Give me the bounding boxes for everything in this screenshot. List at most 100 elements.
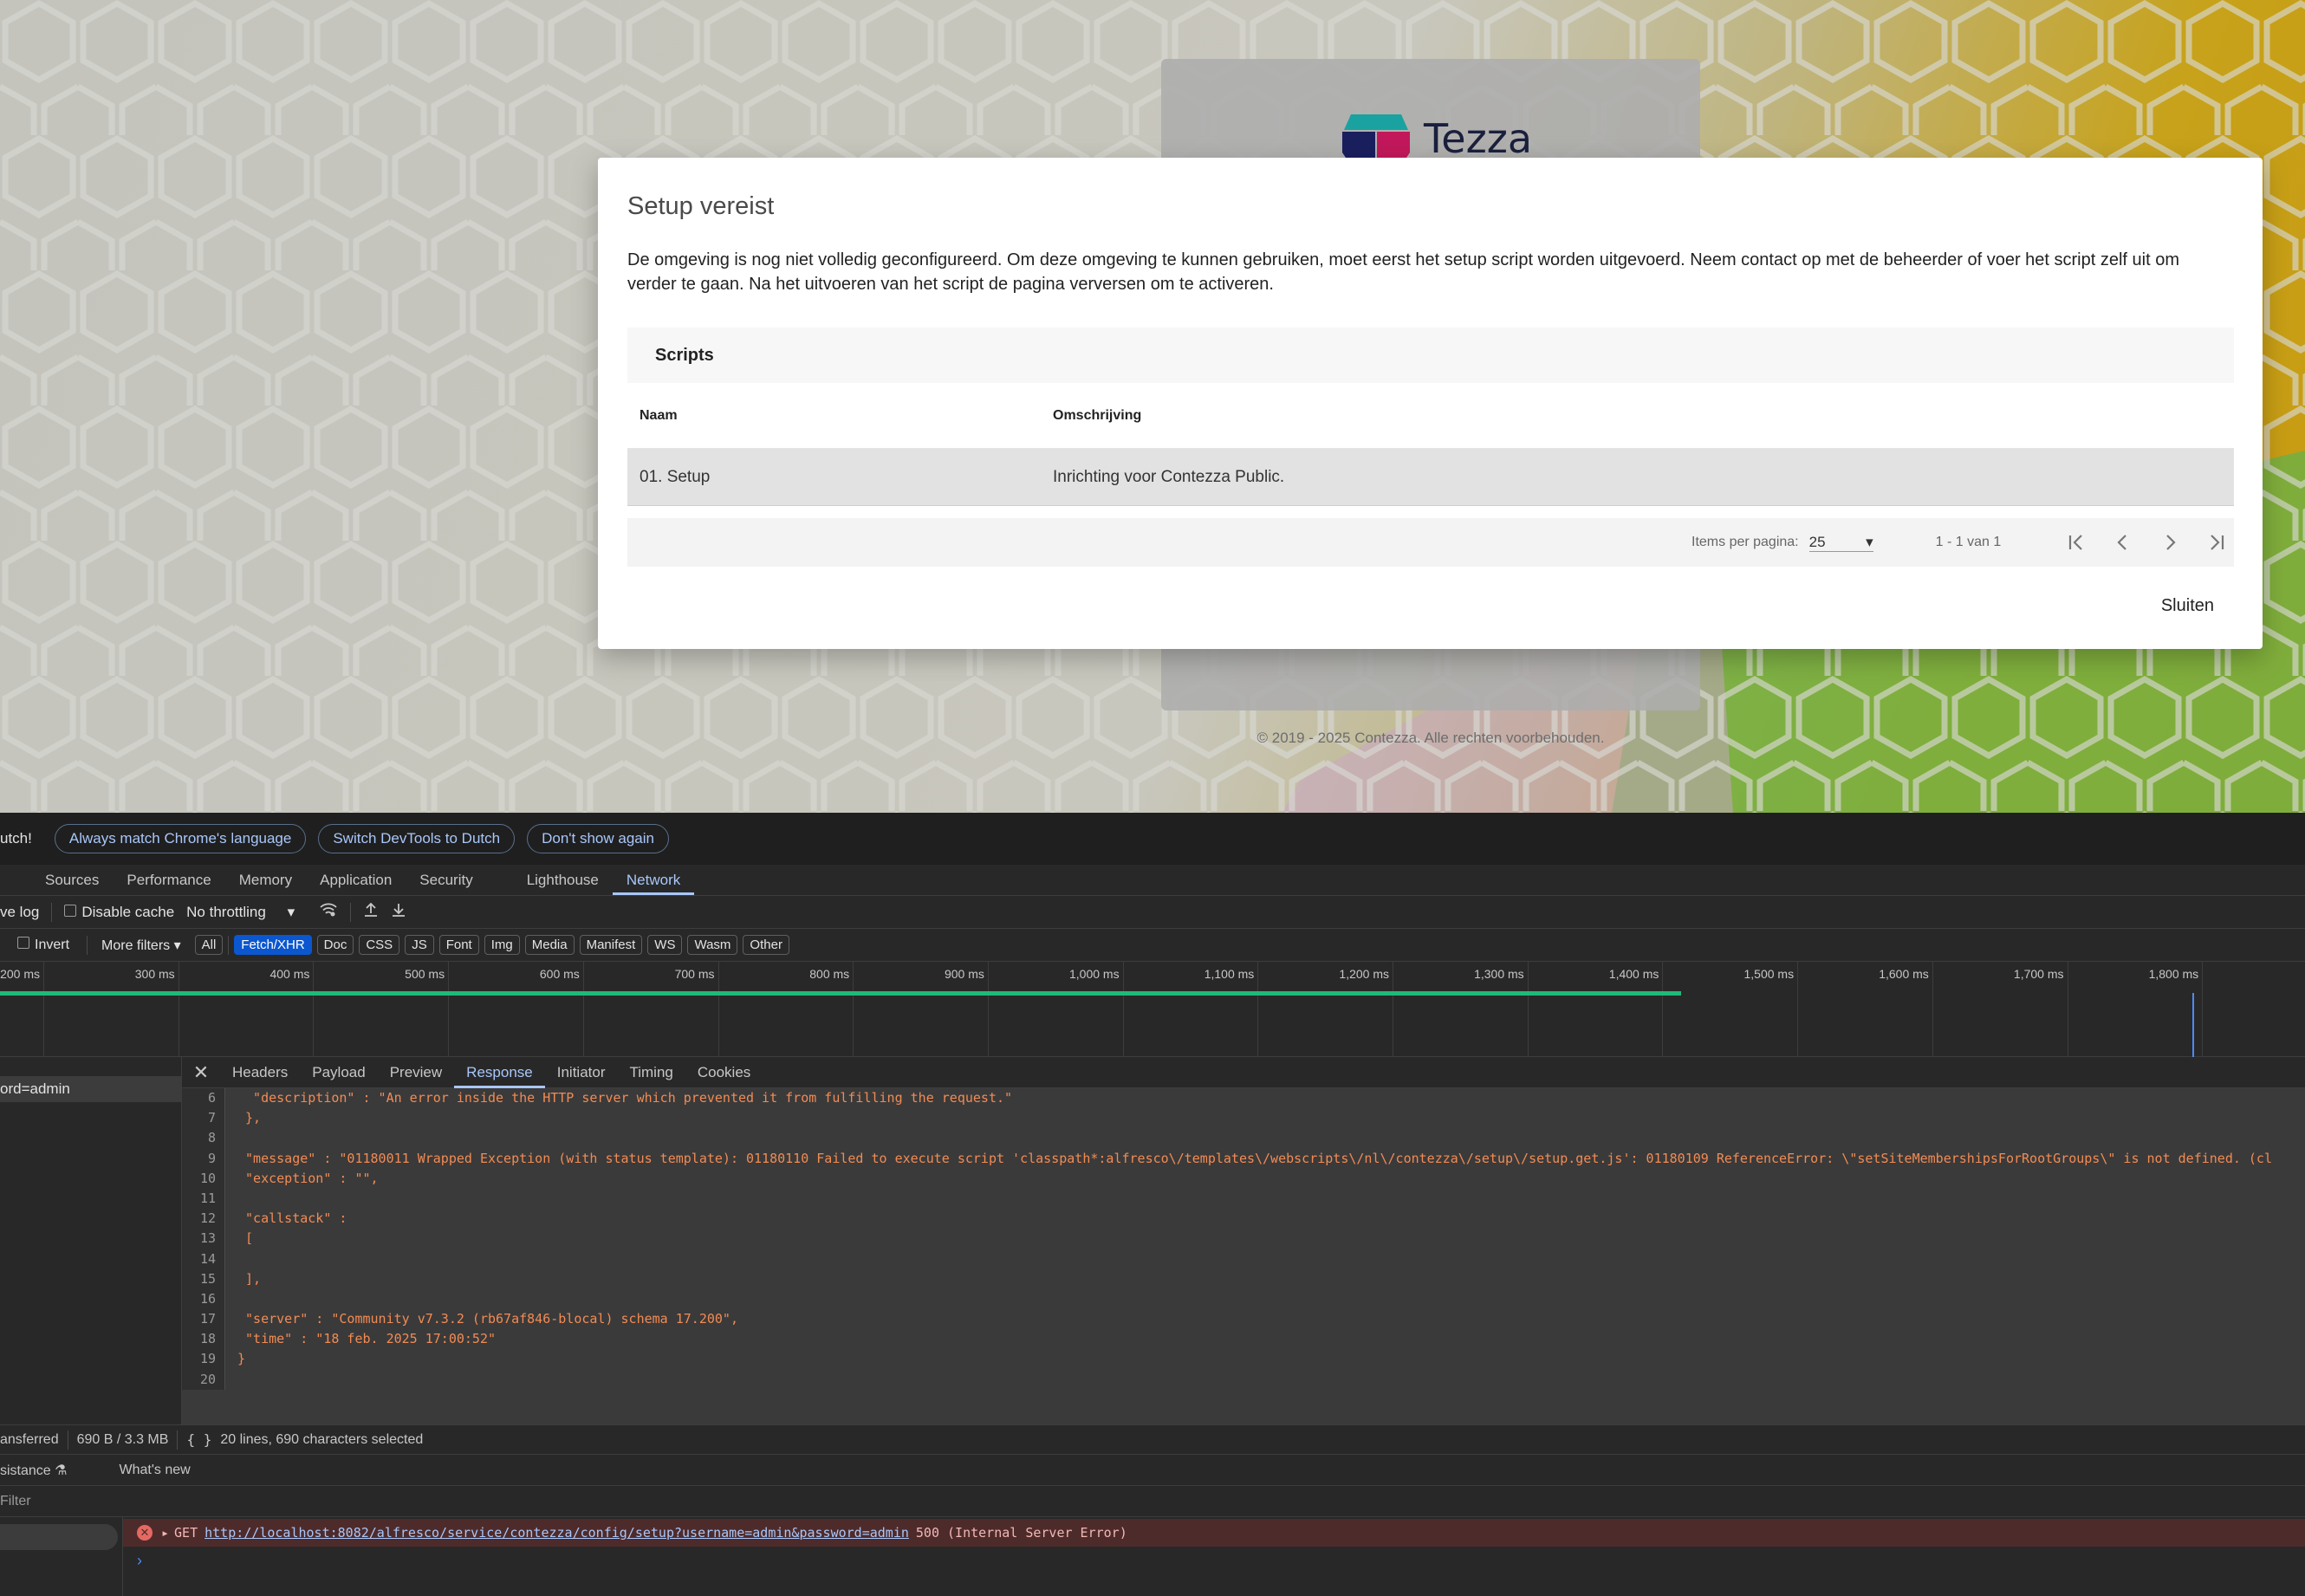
timeline-tick-label: 1,700 ms [2013,967,2064,981]
tab-timing[interactable]: Timing [617,1057,685,1088]
filter-chip-all[interactable]: All [194,935,224,955]
line-number: 14 [182,1249,225,1269]
filter-chip-wasm[interactable]: Wasm [687,935,738,955]
filter-chip-css[interactable]: CSS [359,935,400,955]
invert-checkbox[interactable]: Invert [17,937,69,953]
tezza-logo-icon [1342,114,1410,163]
timeline-tick [1662,962,1664,1057]
console-error-message[interactable]: ✕ ▸ GET http://localhost:8082/alfresco/s… [123,1519,2305,1547]
tab-security[interactable]: Security [406,866,486,895]
table-header-row: Naam Omschrijving [627,383,2234,449]
tab-lighthouse[interactable]: Lighthouse [513,866,613,895]
filter-chip-img[interactable]: Img [484,935,520,955]
transferred-label: ansferred [0,1431,59,1447]
previous-page-button[interactable] [2110,529,2136,555]
checkbox-icon [17,937,29,949]
row-naam: 01. Setup [640,467,711,486]
tab-headers[interactable]: Headers [220,1057,300,1088]
filter-chip-ws[interactable]: WS [647,935,683,955]
throttling-select[interactable]: No throttling ▾ [186,904,295,921]
import-har-icon[interactable] [363,901,379,923]
timeline-tick-label: 1,500 ms [1743,967,1795,981]
filter-chip-doc[interactable]: Doc [316,935,354,955]
network-timeline[interactable]: 200 ms 300 ms 400 ms 500 ms 600 ms 700 ms 800 … [0,962,2305,1057]
dialog-title: Setup vereist [627,192,775,220]
tab-cookies[interactable]: Cookies [685,1057,763,1088]
filter-chip-media[interactable]: Media [524,935,575,955]
checkbox-icon [64,904,77,917]
request-url-link[interactable]: http://localhost:8082/alfresco/service/c… [205,1525,909,1541]
network-conditions-icon[interactable] [319,902,338,922]
tab-initiator[interactable]: Initiator [545,1057,618,1088]
dont-show-again-button[interactable]: Don't show again [527,824,669,853]
expand-arrow-icon[interactable]: ▸ [161,1525,169,1541]
filter-chip-fetch-xhr[interactable]: Fetch/XHR [234,935,312,955]
filter-chip-js[interactable]: JS [405,935,434,955]
line-text: "exception" : "", [237,1170,379,1186]
tab-response[interactable]: Response [454,1057,545,1088]
code-line: 20 [182,1369,2305,1390]
line-text: ], [237,1270,262,1287]
timeline-tick [1932,962,1933,1057]
more-filters-label: More filters [101,937,171,953]
next-page-button[interactable] [2157,529,2183,555]
code-line: 10 "exception" : "", [182,1168,2305,1189]
console-sidebar-item[interactable] [0,1524,118,1550]
console-prompt-icon[interactable]: › [137,1552,142,1570]
last-page-button[interactable] [2204,529,2230,555]
tab-sources[interactable]: Sources [31,866,113,895]
close-button[interactable]: Sluiten [2161,596,2214,616]
export-har-icon[interactable] [391,901,406,923]
paginator: Items per pagina: 25 ▾ 1 - 1 van 1 [627,518,2234,567]
line-number: 13 [182,1229,225,1249]
page-size-select[interactable]: 25 ▾ [1808,534,1873,552]
filter-chip-other[interactable]: Other [743,935,789,955]
response-body[interactable]: 6 "description" : "An error inside the H… [182,1088,2305,1424]
console-filter-bar[interactable]: Filter [0,1485,2305,1516]
close-icon[interactable]: ✕ [182,1061,220,1084]
tab-application[interactable]: Application [306,866,406,895]
line-number: 7 [182,1108,225,1129]
filter-chip-manifest[interactable]: Manifest [579,935,643,955]
tab-memory[interactable]: Memory [225,866,306,895]
line-text [225,1249,237,1269]
request-item[interactable]: ord=admin [0,1076,181,1102]
timeline-tick-label: 200 ms [0,967,40,981]
column-header-naam[interactable]: Naam [627,408,1053,424]
tab-performance[interactable]: Performance [113,866,224,895]
table-row[interactable]: 01. Setup Inrichting voor Contezza Publi… [627,449,2234,506]
pretty-print-icon[interactable]: { } [186,1431,211,1448]
disable-cache-label: Disable cache [81,903,175,920]
request-status: 500 (Internal Server Error) [915,1525,1127,1541]
disable-cache-checkbox[interactable]: Disable cache [64,904,174,921]
more-filters-button[interactable]: More filters ▾ [101,937,181,954]
line-text: "description" : "An error inside the HTT… [237,1090,1013,1106]
timeline-tick-label: 500 ms [405,967,445,981]
timeline-tick [582,962,584,1057]
first-page-button[interactable] [2063,529,2089,555]
drawer-tabs: sistance ⚗ What's new [0,1454,2305,1485]
always-match-language-button[interactable]: Always match Chrome's language [54,824,307,853]
timeline-tick [448,962,450,1057]
line-number: 16 [182,1288,225,1310]
line-number: 6 [182,1088,225,1109]
switch-to-dutch-button[interactable]: Switch DevTools to Dutch [318,824,516,853]
console-filter-input[interactable]: Filter [0,1494,31,1509]
line-text: "callstack" : [237,1210,347,1227]
preserve-log-label[interactable]: ve log [0,904,39,921]
tab-payload[interactable]: Payload [300,1057,377,1088]
timeline-tick-label: 400 ms [269,967,310,981]
code-line: 6 "description" : "An error inside the H… [182,1088,2305,1109]
timeline-tick-label: 1,400 ms [1608,967,1659,981]
column-header-omschrijving[interactable]: Omschrijving [1053,408,2234,424]
timeline-tick-label: 1,600 ms [1879,967,1929,981]
line-number: 11 [182,1188,225,1210]
row-omschrijving: Inrichting voor Contezza Public. [1053,467,1285,486]
tab-preview[interactable]: Preview [378,1057,454,1088]
filter-chip-font[interactable]: Font [438,935,479,955]
tab-ai-assistance[interactable]: sistance ⚗ [0,1462,68,1479]
tab-network[interactable]: Network [612,866,695,895]
line-number: 8 [182,1128,225,1149]
tab-whats-new[interactable]: What's new [120,1463,191,1478]
timeline-tick-label: 300 ms [134,967,175,981]
